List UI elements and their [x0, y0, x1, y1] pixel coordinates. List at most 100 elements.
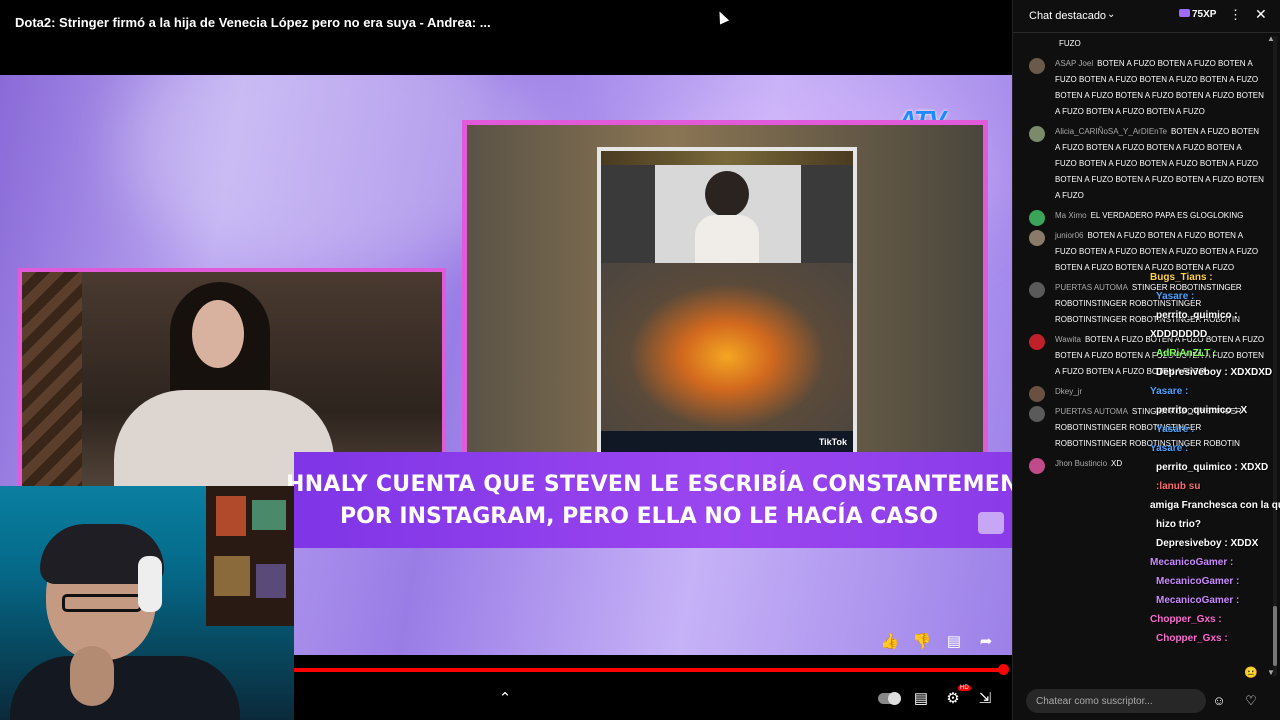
- crown-icon: [1179, 9, 1190, 17]
- chat-text: BOTEN A FUZO BOTEN A FUZO BOTEN A FUZO B…: [1055, 231, 1259, 272]
- overlay-chat-line: perrito_quimico : XDXD: [1130, 462, 1268, 473]
- chevron-down-icon[interactable]: ⌄: [1107, 9, 1115, 20]
- chat-author[interactable]: Wawita: [1055, 335, 1081, 344]
- chat-message[interactable]: Ma Ximo EL VERDADERO PAPA ES GLOGLOKING: [1013, 206, 1275, 226]
- settings-gear-icon[interactable]: ⚙: [942, 688, 964, 710]
- chat-text: EL VERDADERO PAPA ES GLOGLOKING: [1090, 211, 1244, 220]
- smiley-icon: 😐: [1244, 667, 1258, 679]
- avatar[interactable]: [1029, 406, 1045, 422]
- overlay-chat-name: Yasare :: [1150, 443, 1189, 454]
- overlay-chat-name: perrito_quimico : X: [1156, 405, 1248, 416]
- avatar[interactable]: [1029, 334, 1045, 350]
- overlay-chat-line: XDDDDDDD: [1124, 329, 1207, 340]
- overlay-chat-line: MecanicoGamer :: [1130, 576, 1239, 587]
- chat-message[interactable]: junior06 BOTEN A FUZO BOTEN A FUZO BOTEN …: [1013, 226, 1275, 278]
- video-title: Dota2: Stringer firmó a la hija de Venec…: [15, 15, 491, 30]
- avatar[interactable]: [1029, 230, 1045, 246]
- chat-author[interactable]: ASAP Joel: [1055, 59, 1093, 68]
- comment-icon[interactable]: ▤: [944, 632, 964, 652]
- video-title-bar: Dota2: Stringer firmó a la hija de Venec…: [0, 0, 1012, 75]
- chat-author[interactable]: Dkey_jr: [1055, 387, 1082, 396]
- exit-fullscreen-icon[interactable]: ⇲: [974, 688, 996, 710]
- overlay-chat-line: AdRiAnZLT :: [1130, 348, 1216, 359]
- hd-badge: HD: [958, 685, 971, 691]
- banner-line-2: POR INSTAGRAM, PERO ELLA NO LE HACÍA CAS…: [340, 504, 938, 529]
- chat-mode-selector[interactable]: Chat destacado: [1029, 10, 1106, 22]
- chat-message[interactable]: Alicia_CARIÑoSA_Y_ArDIEnTe BOTEN A FUZO B…: [1013, 122, 1275, 206]
- overlay-chat-name: Depresiveboy : XDXDXD: [1156, 367, 1273, 378]
- overlay-chat-line: hizo trio?: [1130, 519, 1201, 530]
- chat-author[interactable]: PUERTAS AUTOMA: [1055, 407, 1128, 416]
- overlay-chat-line: Chopper_Gxs :: [1124, 614, 1222, 625]
- mouse-cursor-icon: [714, 9, 730, 25]
- overlay-chat-name: MecanicoGamer :: [1150, 557, 1234, 568]
- scroll-down-icon[interactable]: ▼: [1267, 668, 1275, 677]
- video-player[interactable]: Dota2: Stringer firmó a la hija de Venec…: [0, 0, 1012, 720]
- heart-icon[interactable]: ♡: [1242, 692, 1260, 710]
- chat-input-container: [1026, 689, 1206, 713]
- overlay-chat-line: amiga Franchesca con la que: [1124, 500, 1280, 511]
- avatar[interactable]: [1029, 282, 1045, 298]
- action-buttons: 👍 👎 ▤ ➦: [880, 632, 996, 652]
- emoji-picker-icon[interactable]: ☺: [1210, 692, 1228, 710]
- avatar[interactable]: [1029, 210, 1045, 226]
- game-map: [601, 263, 853, 433]
- avatar[interactable]: [1029, 58, 1045, 74]
- news-banner: HNALY CUENTA QUE STEVEN LE ESCRIBÍA CONS…: [286, 452, 1012, 548]
- chat-text: BOTEN A FUZO BOTEN A FUZO BOTEN A FUZO B…: [1055, 127, 1264, 200]
- chat-message[interactable]: ASAP Joel BOTEN A FUZO BOTEN A FUZO BOTEN…: [1013, 54, 1275, 122]
- overlay-chat-name: Bugs_Tians :: [1150, 272, 1213, 283]
- avatar[interactable]: [1029, 386, 1045, 402]
- chat-text: FUZO: [1059, 39, 1081, 48]
- overlay-chat-line: Yasare :: [1130, 291, 1194, 302]
- overlay-chat-line: perrito_quimico : X: [1130, 405, 1247, 416]
- chat-author[interactable]: junior06: [1055, 231, 1083, 240]
- chat-author[interactable]: PUERTAS AUTOMA: [1055, 283, 1128, 292]
- overlay-chat-name: :lanub su: [1156, 481, 1201, 492]
- like-icon[interactable]: 👍: [880, 632, 900, 652]
- streamer-cam: [655, 165, 801, 263]
- chat-author[interactable]: Ma Ximo: [1055, 211, 1087, 220]
- avatar[interactable]: [1029, 126, 1045, 142]
- overlay-chat-line: Yasare :: [1124, 443, 1188, 454]
- overlay-chat-name: Yasare :: [1156, 291, 1195, 302]
- overlay-chat-name: perrito_quimico : XDXD: [1156, 462, 1269, 473]
- autoplay-toggle[interactable]: [878, 692, 901, 705]
- more-options-icon[interactable]: ⋮: [1229, 7, 1242, 23]
- chat-message[interactable]: FUZO: [1013, 34, 1275, 54]
- scroll-up-icon[interactable]: ▲: [1267, 34, 1275, 43]
- avatar[interactable]: [1029, 458, 1045, 474]
- streamer-webcam: [0, 486, 294, 720]
- banner-line-1: HNALY CUENTA QUE STEVEN LE ESCRIBÍA CONS…: [286, 472, 1012, 497]
- overlay-chat-name: AdRiAnZLT :: [1156, 348, 1217, 359]
- overlay-chat-name: Chopper_Gxs :: [1156, 633, 1228, 644]
- overlay-chat-name: Yasare :: [1156, 424, 1195, 435]
- chat-author[interactable]: Jhon Bustincio: [1055, 459, 1107, 468]
- xp-badge[interactable]: 75XP: [1179, 9, 1216, 20]
- progress-bar[interactable]: [294, 668, 1006, 672]
- chat-author[interactable]: Alicia_CARIÑoSA_Y_ArDIEnTe: [1055, 127, 1167, 136]
- overlay-chat-name: hizo trio?: [1156, 519, 1201, 530]
- overlay-chat-name: perrito_quimico :: [1156, 310, 1238, 321]
- chevron-up-icon[interactable]: ⌃: [494, 688, 516, 710]
- overlay-chat-line: MecanicoGamer :: [1130, 595, 1239, 606]
- headset: [138, 556, 162, 612]
- overlay-chat-name: MecanicoGamer :: [1156, 595, 1240, 606]
- tiktok-watermark: TikTok: [818, 437, 847, 447]
- overlay-chat-name: XDDDDDDD: [1150, 329, 1208, 340]
- share-icon[interactable]: ➦: [976, 632, 996, 652]
- progress-scrubber[interactable]: [998, 664, 1009, 675]
- overlay-chat-line: :lanub su: [1130, 481, 1200, 492]
- chat-input[interactable]: [1026, 689, 1206, 713]
- overlay-chat-line: perrito_quimico :: [1130, 310, 1238, 321]
- dislike-icon[interactable]: 👎: [912, 632, 932, 652]
- banner-logo-icon: [978, 512, 1004, 534]
- overlay-chat-line: Depresiveboy : XDDX: [1130, 538, 1258, 549]
- screen: Dota2: Stringer firmó a la hija de Venec…: [0, 0, 1280, 720]
- close-icon[interactable]: ✕: [1255, 6, 1267, 23]
- chat-text: XD: [1111, 459, 1123, 468]
- overlay-chat-line: Yasare :: [1130, 424, 1194, 435]
- overlay-chat-name: amiga Franchesca con la que: [1150, 500, 1280, 511]
- overlay-chat-line: Chopper_Gxs :: [1130, 633, 1228, 644]
- captions-icon[interactable]: ▤: [910, 688, 932, 710]
